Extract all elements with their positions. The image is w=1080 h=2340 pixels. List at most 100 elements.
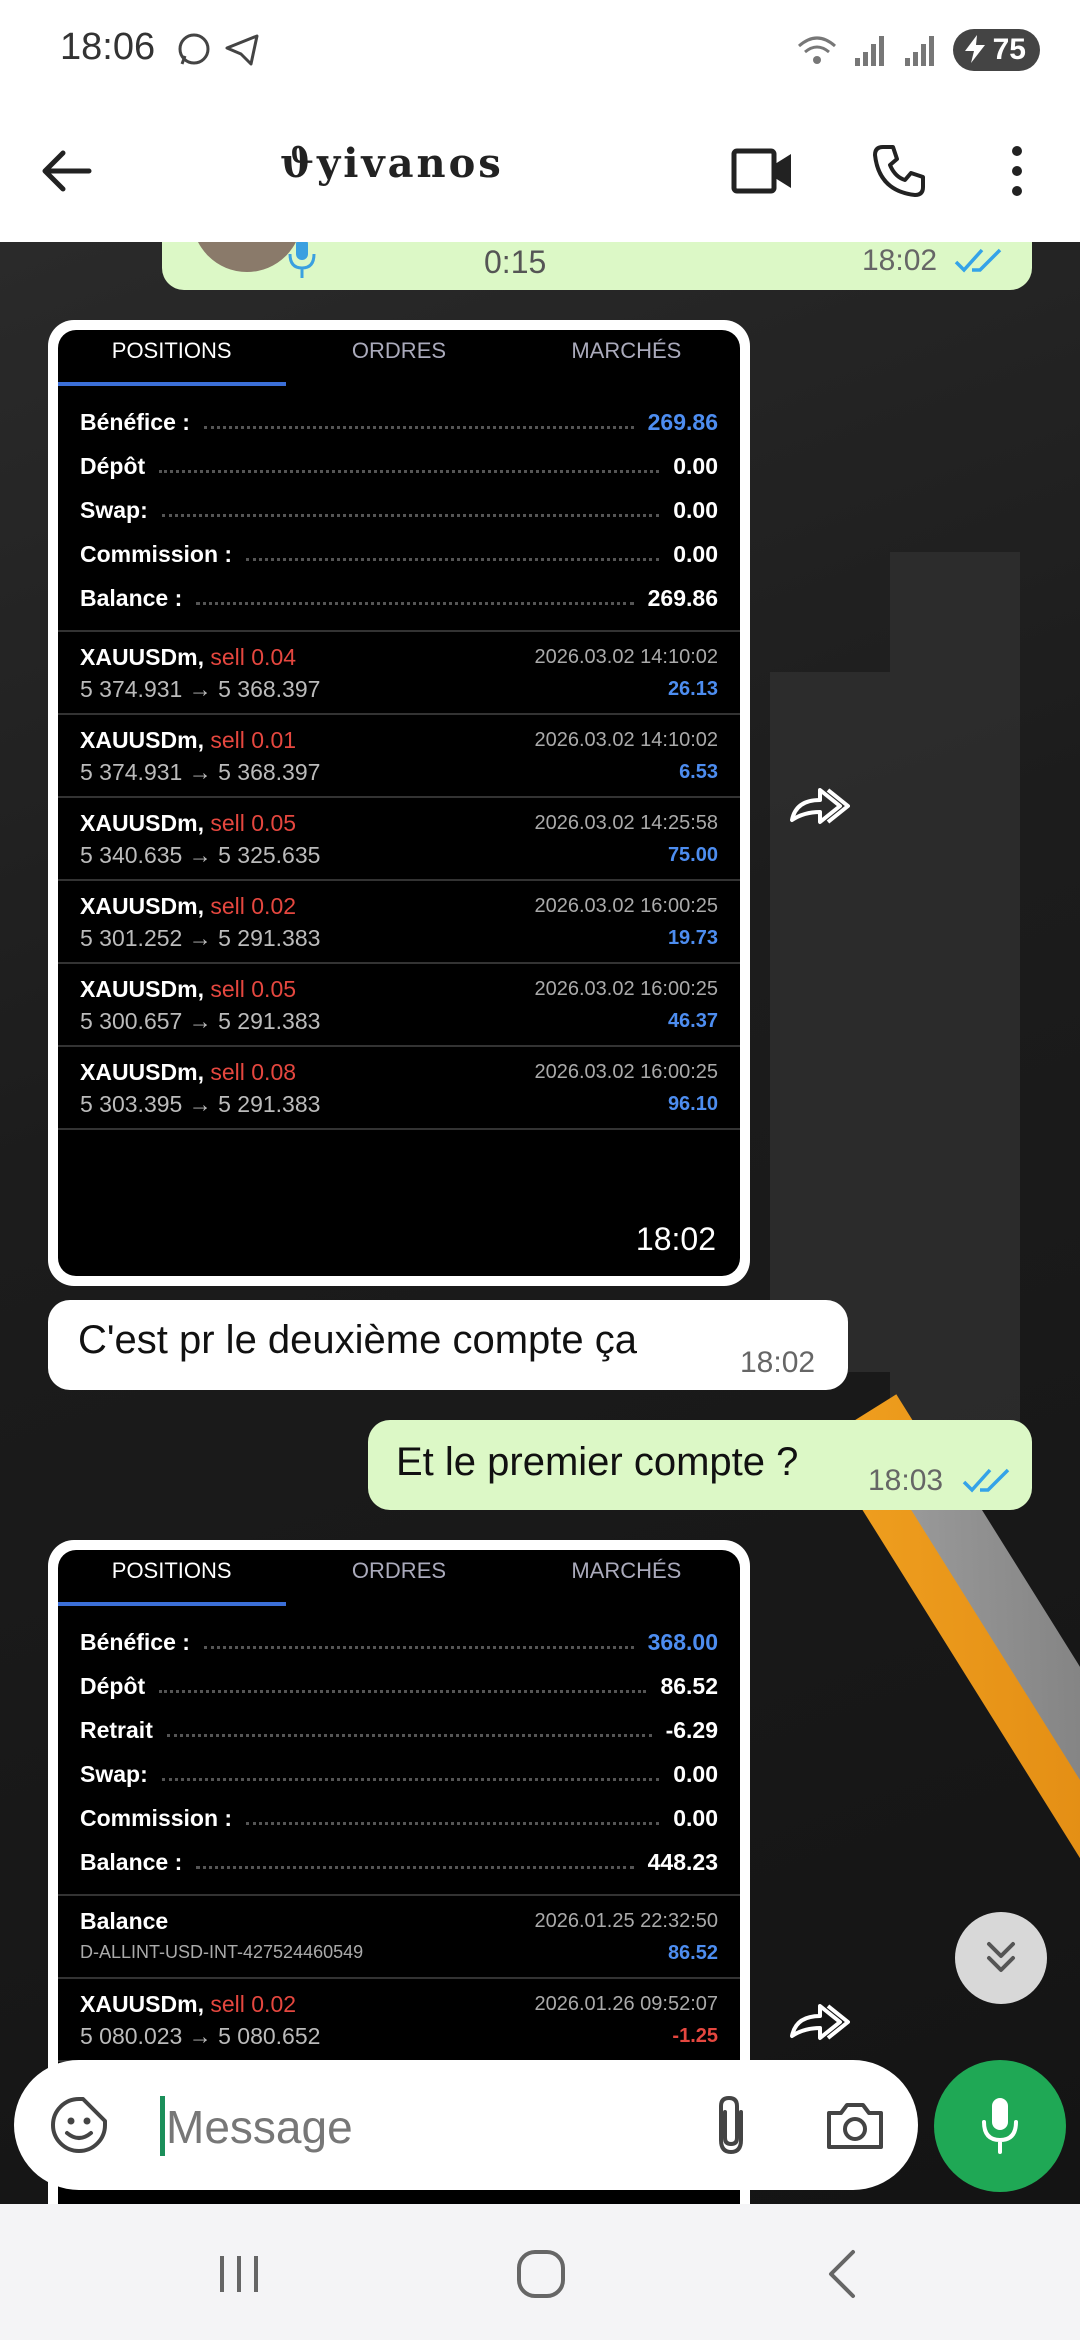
trade-time: 2026.03.02 14:10:02 [534,729,718,751]
tab-ordres: ORDRES [351,1558,447,1583]
contact-name[interactable]: ϑyivanos [280,140,504,187]
trade-side: sell 0.02 [210,1991,297,2017]
forward-icon[interactable] [786,774,850,838]
trade-time: 2026.01.26 09:52:07 [534,1993,718,2015]
outgoing-message-bubble[interactable]: Et le premier compte ? 18:03 [368,1420,1032,1510]
summary-value: 0.00 [673,452,718,479]
forward-icon[interactable] [786,1990,850,2054]
status-time: 18:06 [60,26,156,68]
trade-prices: 5 303.395 → 5 291.383 [80,1091,321,1117]
summary-value: 86.52 [660,1672,718,1699]
status-bar: 18:06 75 [0,0,1080,100]
trade-prices: 5 374.931 → 5 368.397 [80,676,321,702]
voice-message-bubble[interactable]: 0:15 18:02 [162,242,1032,290]
camera-button[interactable] [820,2090,890,2160]
trade-symbol: XAUUSDm, [80,893,204,919]
chat-header: ϑyivanos [0,100,1080,242]
balance-account: D-ALLINT-USD-INT-427524460549 [80,1942,364,1962]
trade-symbol: XAUUSDm, [80,727,204,753]
incoming-message-bubble[interactable]: C'est pr le deuxième compte ça 18:02 [48,1300,848,1390]
summary-row: Swap: 0.00 [58,488,740,532]
trade-time: 2026.01.25 22:32:50 [534,1910,718,1932]
balance-row: Balance D-ALLINT-USD-INT-427524460549 20… [58,1896,740,1979]
summary-label: Dépôt [80,1672,146,1699]
more-vertical-icon [1012,146,1022,196]
tab-underline [58,1602,286,1606]
trade-symbol: XAUUSDm, [80,976,204,1002]
tab-positions: POSITIONS [111,1558,232,1583]
summary-value: 368.00 [647,1628,718,1655]
voice-duration: 0:15 [484,244,547,280]
home-button[interactable] [506,2244,576,2304]
summary-value: 0.00 [673,540,718,567]
camera-icon [827,2103,883,2149]
summary-row: Balance : 269.86 [58,576,740,620]
trade-profit: 19.73 [667,927,718,949]
trade-prices: 5 340.635 → 5 325.635 [80,842,321,868]
emoji-button[interactable] [44,2090,114,2160]
attach-button[interactable] [696,2090,766,2160]
scroll-to-bottom-button[interactable] [955,1912,1047,2004]
summary-label: Balance : [80,1848,183,1875]
trade-prices: 5 300.657 → 5 291.383 [80,1008,321,1034]
voice-call-button[interactable] [864,136,934,206]
trade-row: XAUUSDm, sell 0.05 5 300.657 → 5 291.383… [58,964,740,1047]
sticker-emoji-icon [51,2097,107,2153]
message-input[interactable]: Message [166,2100,353,2154]
summary-value: 0.00 [673,1760,718,1787]
trade-side: sell 0.01 [210,727,297,753]
trade-side: sell 0.02 [210,893,297,919]
summary-value: 0.00 [673,1804,718,1831]
trading-screenshot: POSITIONS ORDRES MARCHÉS Bénéfice : 269.8… [58,330,740,1276]
voice-record-button[interactable] [934,2060,1066,2192]
summary-row: Bénéfice : 269.86 [58,400,740,444]
chevron-double-down-icon [987,1942,1015,1972]
trade-time: 2026.03.02 14:25:58 [534,812,718,834]
trade-row: XAUUSDm, sell 0.04 5 374.931 → 5 368.397… [58,632,740,715]
summary-label: Commission : [80,540,233,567]
arrow-left-icon [42,150,92,192]
summary-label: Bénéfice : [80,1628,190,1655]
trade-prices: 5 301.252 → 5 291.383 [80,925,321,951]
wifi-icon [797,36,836,64]
back-nav-button[interactable] [808,2244,878,2304]
message-time: 18:02 [862,244,938,277]
trade-time: 2026.03.02 16:00:25 [534,978,718,1000]
trade-row: XAUUSDm, sell 0.02 5 080.023 → 5 080.652… [58,1979,740,2062]
chat-area[interactable]: 0:15 18:02 POSITIONS ORDRES MARCHÉS Béné… [0,242,1080,2204]
summary-label: Swap: [80,496,148,523]
summary-label: Balance : [80,584,183,611]
microphone-icon [982,2098,1018,2154]
summary-row: Commission : 0.00 [58,1796,740,1840]
video-call-button[interactable] [728,136,798,206]
text-cursor [160,2096,165,2156]
message-input-container[interactable]: Message [14,2060,918,2190]
trade-side: sell 0.05 [210,976,297,1002]
recent-apps-button[interactable] [204,2244,274,2304]
trade-row: XAUUSDm, sell 0.02 5 301.252 → 5 291.383… [58,881,740,964]
trade-side: sell 0.04 [210,644,297,670]
charging-icon [964,35,985,63]
trade-profit: 75.00 [667,844,718,866]
paperclip-icon [719,2095,743,2155]
signal-icon [904,36,934,66]
trade-side: sell 0.05 [210,810,297,836]
trade-time: 2026.03.02 16:00:25 [534,895,718,917]
back-button[interactable] [32,136,102,206]
trade-profit: 6.53 [679,761,718,783]
summary-value: 269.86 [647,408,718,435]
summary-row: Balance : 448.23 [58,1840,740,1884]
image-message[interactable]: POSITIONS ORDRES MARCHÉS Bénéfice : 269.8… [48,320,750,1286]
summary-row: Retrait -6.29 [58,1708,740,1752]
summary-value: 448.23 [647,1848,718,1875]
microphone-icon [288,242,316,278]
trade-time: 2026.03.02 16:00:25 [534,1061,718,1083]
trade-row: XAUUSDm, sell 0.05 5 340.635 → 5 325.635… [58,798,740,881]
battery-indicator: 75 [952,29,1040,71]
summary-row: Dépôt 86.52 [58,1664,740,1708]
message-time: 18:02 [740,1346,816,1379]
recents-icon [220,2256,258,2292]
more-options-button[interactable] [982,136,1052,206]
summary-row: Swap: 0.00 [58,1752,740,1796]
tab-marches: MARCHÉS [571,338,682,363]
